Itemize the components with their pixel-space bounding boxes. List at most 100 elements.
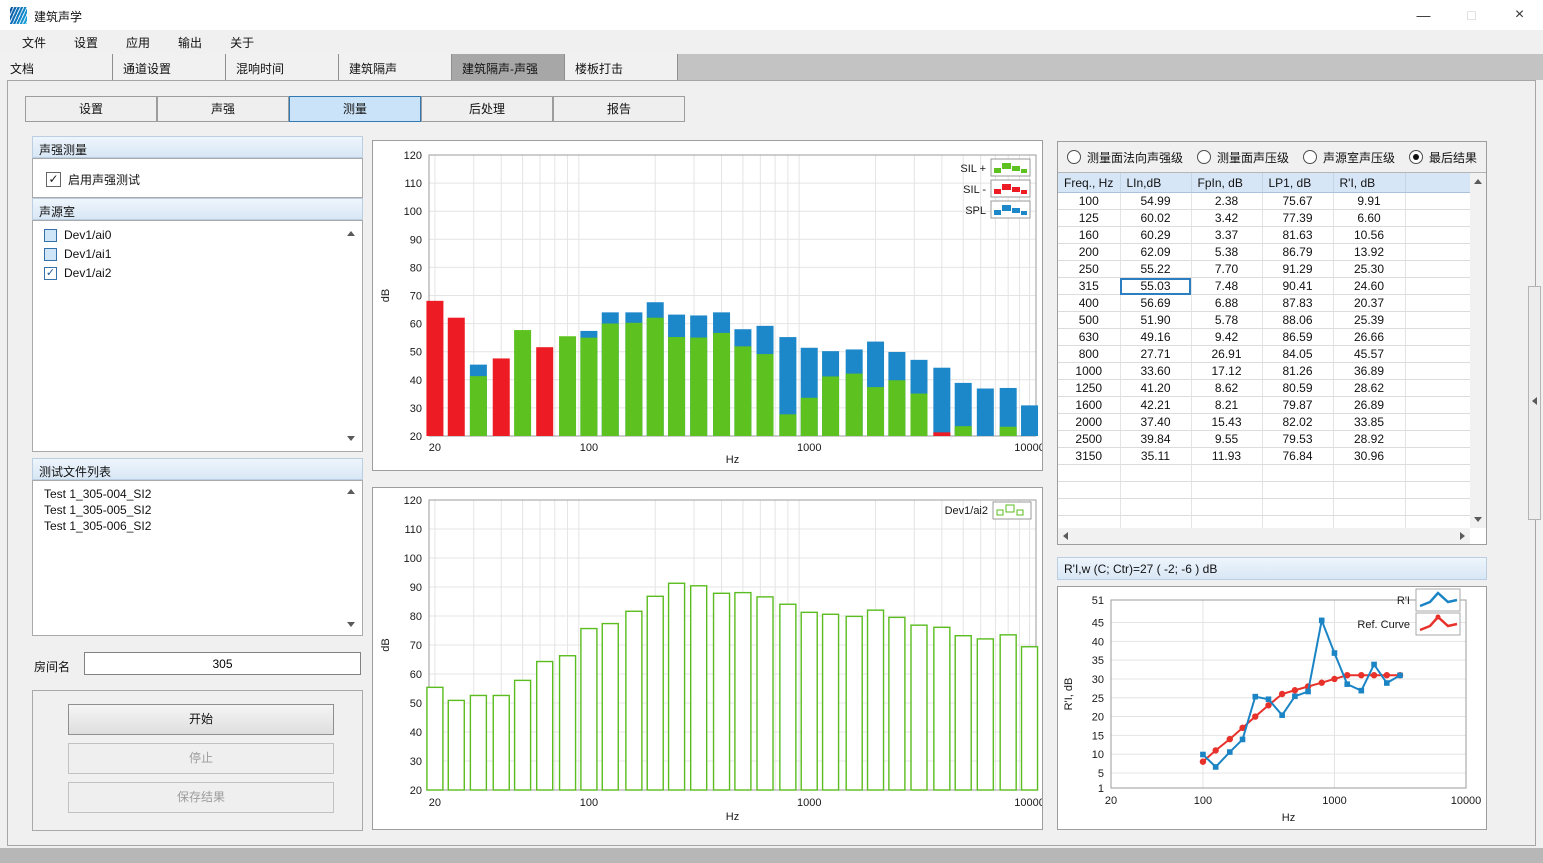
table-cell[interactable]: 26.91 — [1191, 346, 1262, 363]
table-cell[interactable]: 81.63 — [1262, 227, 1333, 244]
table-cell[interactable]: 62.09 — [1120, 244, 1191, 261]
table-cell[interactable]: 6.60 — [1333, 210, 1405, 227]
table-cell[interactable]: 1600 — [1058, 397, 1120, 414]
column-header-5[interactable] — [1405, 173, 1470, 193]
enable-intensity-checkbox[interactable]: ✓ — [46, 172, 61, 187]
table-cell[interactable] — [1333, 482, 1405, 499]
table-cell[interactable]: 8.62 — [1191, 380, 1262, 397]
table-cell[interactable] — [1405, 499, 1470, 516]
table-cell[interactable]: 49.16 — [1120, 329, 1191, 346]
file-list-item-1[interactable]: Test 1_305-005_SI2 — [44, 503, 151, 517]
minimize-button[interactable]: — — [1400, 0, 1447, 30]
table-cell[interactable]: 3.42 — [1191, 210, 1262, 227]
table-cell[interactable] — [1405, 465, 1470, 482]
source-room-item-0[interactable]: Dev1/ai0 — [44, 228, 111, 242]
table-cell[interactable]: 33.85 — [1333, 414, 1405, 431]
radio-1[interactable]: 测量面声压级 — [1197, 149, 1289, 166]
sub-tab-1[interactable]: 声强 — [157, 96, 289, 122]
table-cell[interactable]: 250 — [1058, 261, 1120, 278]
table-cell[interactable]: 6.88 — [1191, 295, 1262, 312]
table-cell[interactable]: 5.38 — [1191, 244, 1262, 261]
menu-item-0[interactable]: 文件 — [8, 30, 60, 55]
table-cell[interactable]: 35.11 — [1120, 448, 1191, 465]
table-cell[interactable] — [1405, 295, 1470, 312]
table-cell[interactable]: 3150 — [1058, 448, 1120, 465]
source-room-item-2[interactable]: ✓Dev1/ai2 — [44, 266, 111, 280]
table-cell[interactable] — [1120, 465, 1191, 482]
table-cell[interactable]: 90.41 — [1262, 278, 1333, 295]
legend-item-SIL +[interactable]: SIL + — [960, 159, 1030, 176]
scroll-right-icon[interactable] — [1460, 532, 1465, 540]
table-cell[interactable] — [1120, 482, 1191, 499]
main-tab-1[interactable]: 通道设置 — [113, 54, 226, 80]
item-checkbox[interactable] — [44, 248, 57, 261]
table-cell[interactable]: 77.39 — [1262, 210, 1333, 227]
table-cell[interactable] — [1405, 346, 1470, 363]
column-header-0[interactable]: Freq., Hz — [1058, 173, 1120, 193]
table-cell[interactable]: 125 — [1058, 210, 1120, 227]
table-cell[interactable]: 45.57 — [1333, 346, 1405, 363]
table-cell[interactable]: 88.06 — [1262, 312, 1333, 329]
table-cell[interactable] — [1191, 516, 1262, 529]
scroll-down-icon[interactable] — [1474, 517, 1482, 522]
table-cell[interactable]: 15.43 — [1191, 414, 1262, 431]
save-result-button[interactable]: 保存结果 — [68, 782, 334, 813]
table-cell[interactable] — [1405, 329, 1470, 346]
table-cell[interactable] — [1262, 482, 1333, 499]
table-cell[interactable]: 2.38 — [1191, 193, 1262, 210]
table-cell[interactable] — [1405, 312, 1470, 329]
radio-circle-icon[interactable] — [1303, 150, 1317, 164]
sub-tab-3[interactable]: 后处理 — [421, 96, 553, 122]
table-cell[interactable]: 9.91 — [1333, 193, 1405, 210]
table-cell[interactable] — [1058, 516, 1120, 529]
table-cell[interactable] — [1262, 499, 1333, 516]
table-cell[interactable] — [1058, 499, 1120, 516]
main-tab-5[interactable]: 楼板打击 — [565, 54, 678, 80]
scroll-up-icon[interactable] — [1474, 179, 1482, 184]
close-button[interactable]: × — [1496, 0, 1543, 30]
legend-item-dev1ai2[interactable]: Dev1/ai2 — [945, 502, 1031, 519]
menu-item-3[interactable]: 输出 — [164, 30, 216, 55]
menu-item-4[interactable]: 关于 — [216, 30, 268, 55]
table-cell[interactable]: 11.93 — [1191, 448, 1262, 465]
radio-0[interactable]: 测量面法向声强级 — [1067, 149, 1183, 166]
legend-item-SIL -[interactable]: SIL - — [963, 180, 1030, 197]
table-cell[interactable]: 41.20 — [1120, 380, 1191, 397]
table-cell[interactable]: 37.40 — [1120, 414, 1191, 431]
table-cell[interactable] — [1262, 516, 1333, 529]
table-cell[interactable]: 26.66 — [1333, 329, 1405, 346]
table-cell[interactable]: 79.53 — [1262, 431, 1333, 448]
radio-circle-icon[interactable] — [1067, 150, 1081, 164]
item-checkbox[interactable] — [44, 229, 57, 242]
radio-circle-icon[interactable] — [1197, 150, 1211, 164]
table-cell[interactable]: 200 — [1058, 244, 1120, 261]
table-cell[interactable]: 400 — [1058, 295, 1120, 312]
main-tab-2[interactable]: 混响时间 — [226, 54, 339, 80]
column-header-3[interactable]: LP1, dB — [1262, 173, 1333, 193]
table-cell[interactable] — [1405, 380, 1470, 397]
table-cell[interactable] — [1058, 465, 1120, 482]
main-tab-4[interactable]: 建筑隔声-声强 — [452, 54, 565, 80]
collapse-handle[interactable] — [1528, 286, 1541, 520]
table-cell[interactable] — [1405, 482, 1470, 499]
file-list-item-2[interactable]: Test 1_305-006_SI2 — [44, 519, 151, 533]
selected-cell[interactable]: 55.03 — [1120, 278, 1191, 295]
table-cell[interactable]: 7.70 — [1191, 261, 1262, 278]
scroll-left-icon[interactable] — [1063, 532, 1068, 540]
table-cell[interactable]: 36.89 — [1333, 363, 1405, 380]
table-cell[interactable]: 80.59 — [1262, 380, 1333, 397]
table-cell[interactable]: 42.21 — [1120, 397, 1191, 414]
stop-button[interactable]: 停止 — [68, 743, 334, 774]
scroll-up-icon[interactable] — [347, 489, 355, 494]
sub-tab-0[interactable]: 设置 — [25, 96, 157, 122]
table-cell[interactable]: 9.55 — [1191, 431, 1262, 448]
table-cell[interactable]: 1250 — [1058, 380, 1120, 397]
table-cell[interactable]: 100 — [1058, 193, 1120, 210]
table-vscrollbar[interactable] — [1470, 173, 1486, 528]
table-cell[interactable]: 27.71 — [1120, 346, 1191, 363]
table-cell[interactable]: 55.22 — [1120, 261, 1191, 278]
table-cell[interactable] — [1405, 278, 1470, 295]
sub-tab-4[interactable]: 报告 — [553, 96, 685, 122]
maximize-button[interactable]: □ — [1448, 0, 1495, 30]
legend-item-SPL[interactable]: SPL — [965, 201, 1030, 218]
